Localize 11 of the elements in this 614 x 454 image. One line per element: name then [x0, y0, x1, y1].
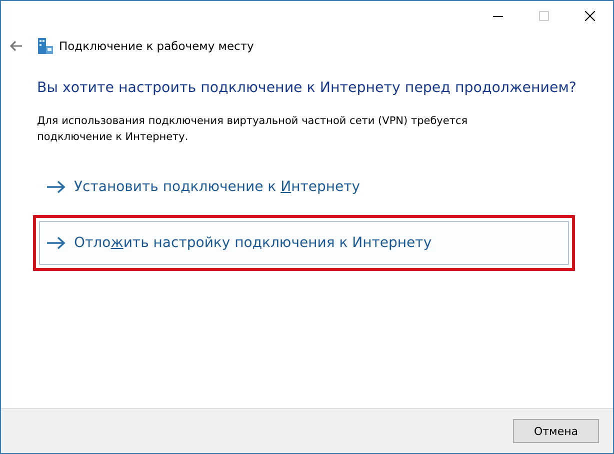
- office-building-icon: [37, 38, 53, 54]
- command-link[interactable]: Отложить настройку подключения к Интернету: [39, 221, 569, 265]
- arrow-icon: [46, 180, 66, 194]
- maximize-icon: [539, 11, 549, 21]
- back-arrow-icon[interactable]: [9, 40, 23, 52]
- heading: Вы хотите настроить подключение к Интернету перед продолжением?: [37, 79, 577, 97]
- arrow-icon: [46, 236, 66, 250]
- close-icon: [585, 11, 595, 21]
- window-title: Подключение к рабочему месту: [59, 39, 254, 53]
- cancel-button[interactable]: Отмена: [513, 419, 599, 443]
- description-text: Для использования подключения виртуальной частной сети (VPN) требуется подключение к Интернету.: [37, 114, 469, 145]
